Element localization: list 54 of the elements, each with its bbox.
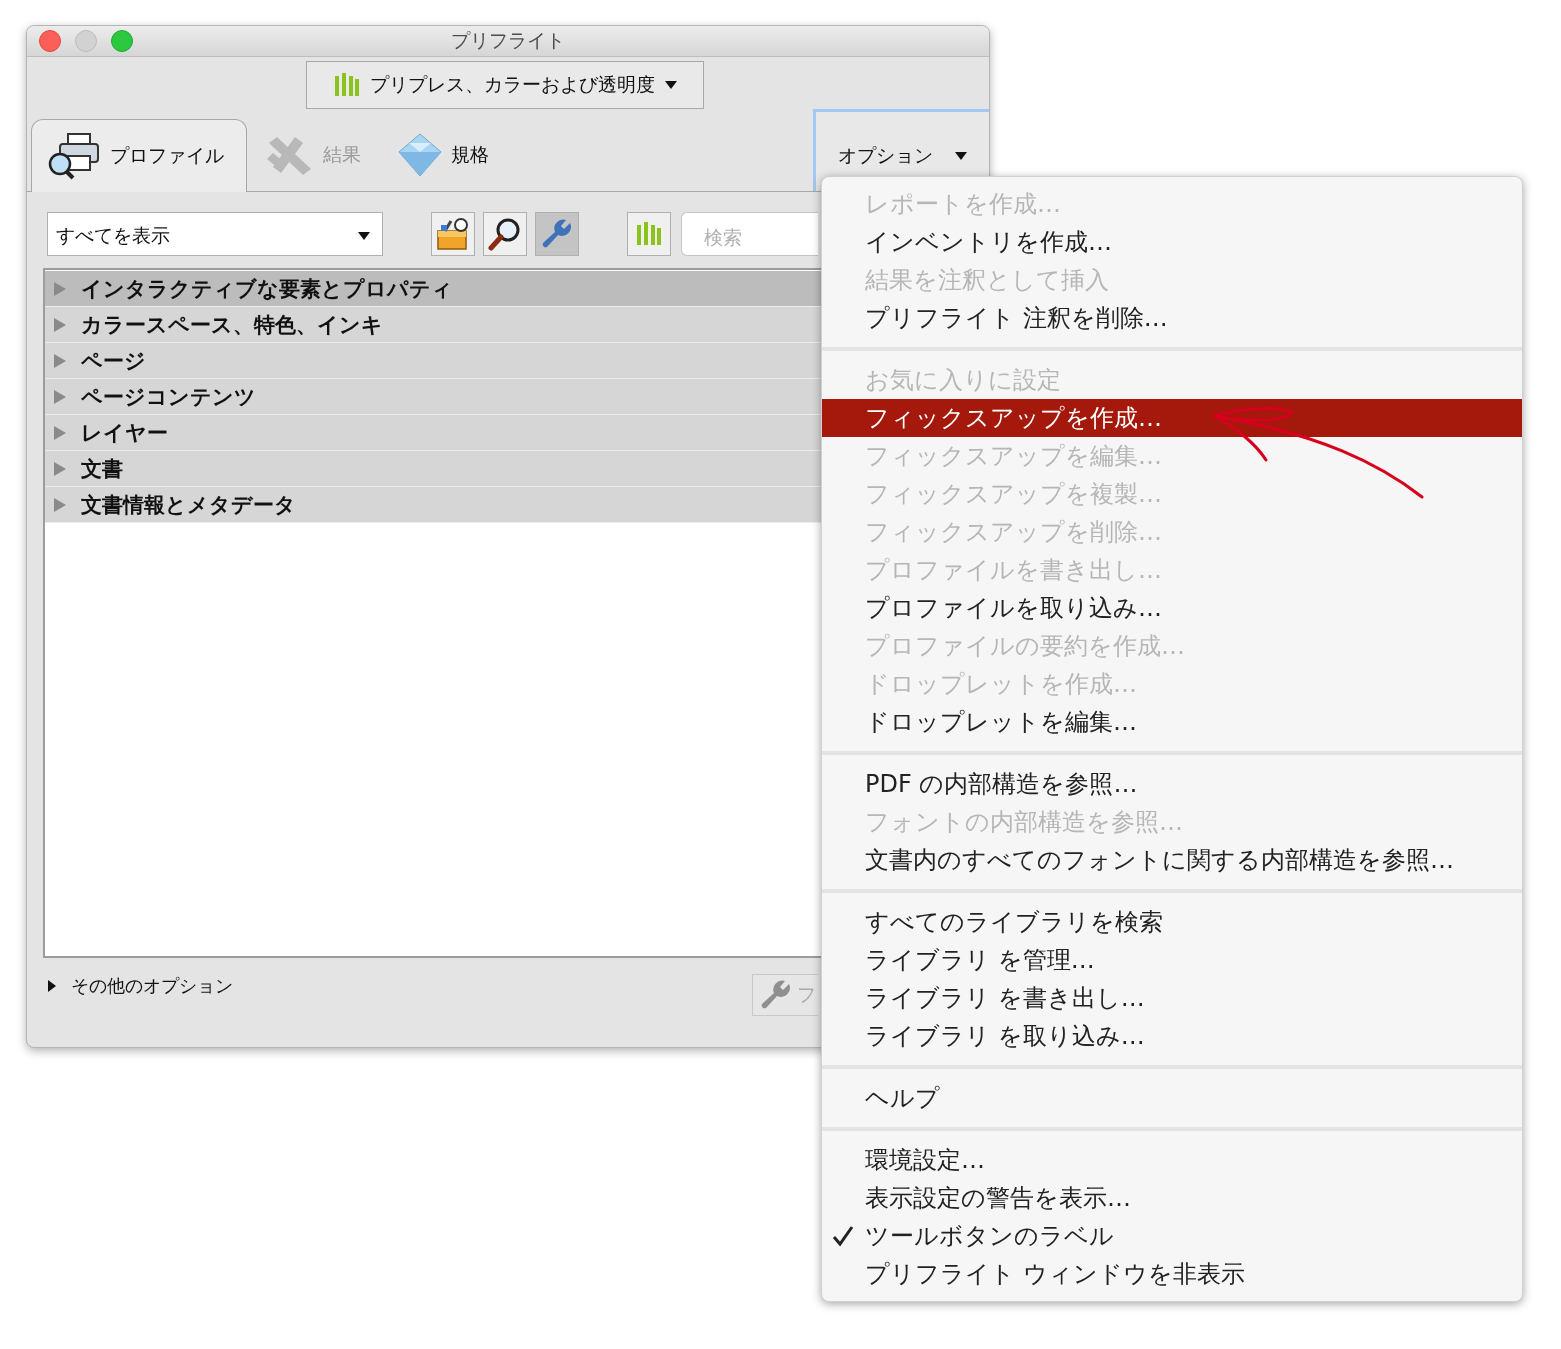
- menu-item[interactable]: すべてのライブラリを検索: [822, 903, 1522, 941]
- disclosure-triangle-icon: [53, 496, 67, 513]
- bar-chart-icon: [333, 73, 360, 97]
- checkmark-icon: [832, 1225, 854, 1247]
- menu-item[interactable]: ヘルプ: [822, 1079, 1522, 1117]
- menu-item[interactable]: PDF の内部構造を参照…: [822, 765, 1522, 803]
- disclosure-triangle-icon: [53, 424, 67, 441]
- wrench-button[interactable]: [535, 212, 579, 256]
- bar-chart-button[interactable]: [627, 212, 671, 256]
- menu-item[interactable]: ドロップレットを編集…: [822, 703, 1522, 741]
- disclosure-triangle-icon: [53, 316, 67, 333]
- menu-item[interactable]: インベントリを作成…: [822, 223, 1522, 261]
- disclosure-triangle-icon: [53, 460, 67, 477]
- row-label: ページコンテンツ: [81, 383, 256, 411]
- library-dropdown[interactable]: プリプレス、カラーおよび透明度: [306, 61, 704, 109]
- window-title: プリフライト: [451, 28, 565, 53]
- menu-item[interactable]: 表示設定の警告を表示…: [822, 1179, 1522, 1217]
- disclosure-triangle-icon: [53, 352, 67, 369]
- row-label: ページ: [81, 347, 146, 375]
- menu-item[interactable]: プロファイルを取り込み…: [822, 589, 1522, 627]
- more-options-toggle[interactable]: その他のオプション: [47, 974, 233, 998]
- close-button[interactable]: [39, 30, 61, 52]
- menu-item[interactable]: ツールボタンのラベル: [822, 1217, 1522, 1255]
- menu-item[interactable]: ライブラリ を取り込み…: [822, 1017, 1522, 1055]
- disclosure-triangle-icon: [53, 280, 67, 297]
- filter-dropdown[interactable]: すべてを表示: [47, 212, 383, 256]
- disclosure-triangle-icon: [47, 979, 57, 993]
- row-label: 文書: [81, 455, 123, 483]
- search-field[interactable]: 検索: [681, 212, 818, 256]
- caret-icon: [358, 232, 370, 240]
- menu-item[interactable]: 環境設定…: [822, 1141, 1522, 1179]
- row-label: レイヤー: [81, 419, 168, 447]
- caret-icon: [955, 151, 967, 160]
- search-icon: [488, 217, 522, 251]
- menu-item[interactable]: フィックスアップを作成…: [822, 399, 1522, 437]
- row-label: インタラクティブな要素とプロパティ: [81, 275, 453, 303]
- printer-magnifier-icon: [46, 132, 102, 180]
- caret-icon: [664, 81, 677, 89]
- minimize-button[interactable]: [75, 30, 97, 52]
- bar-chart-icon: [636, 222, 662, 246]
- tab[interactable]: 規格: [379, 119, 507, 191]
- menu-item[interactable]: 文書内のすべてのフォントに関する内部構造を参照…: [822, 841, 1522, 879]
- disclosure-triangle-icon: [53, 388, 67, 405]
- menu-item[interactable]: プリフライト ウィンドウを非表示: [822, 1255, 1522, 1293]
- row-label: カラースペース、特色、インキ: [81, 311, 383, 339]
- menu-item[interactable]: ライブラリ を管理…: [822, 941, 1522, 979]
- menu-item[interactable]: ライブラリ を書き出し…: [822, 979, 1522, 1017]
- toolbox-button[interactable]: [431, 212, 475, 256]
- magnifier-button[interactable]: [483, 212, 527, 256]
- row-label: 文書情報とメタデータ: [81, 491, 296, 519]
- tab[interactable]: プロファイル: [31, 119, 247, 192]
- zoom-button[interactable]: [111, 30, 133, 52]
- toolbox-icon: [435, 217, 471, 251]
- diamond-icon: [397, 132, 443, 178]
